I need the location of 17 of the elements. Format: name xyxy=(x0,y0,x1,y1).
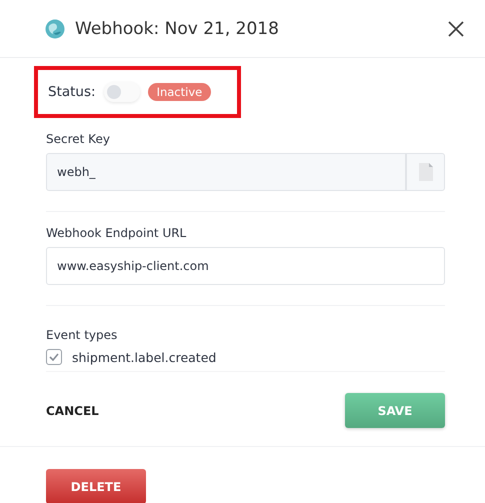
secret-key-field[interactable]: webh_ xyxy=(46,153,406,191)
endpoint-field[interactable]: www.easyship-client.com xyxy=(46,247,445,285)
check-icon xyxy=(49,353,59,361)
close-icon[interactable] xyxy=(447,20,465,38)
event-types-label: Event types xyxy=(46,328,118,342)
logo-icon xyxy=(45,18,65,38)
endpoint-label: Webhook Endpoint URL xyxy=(46,226,188,240)
status-badge: Inactive xyxy=(148,83,212,101)
secret-key-label: Secret Key xyxy=(46,132,111,146)
checkbox[interactable] xyxy=(46,349,62,365)
dialog-title: Webhook: Nov 21, 2018 xyxy=(75,18,280,38)
event-type-label: shipment.label.created xyxy=(72,350,216,364)
status-toggle[interactable] xyxy=(104,82,140,102)
status-label: Status: xyxy=(48,84,96,100)
document-icon xyxy=(418,163,432,181)
delete-button[interactable]: DELETE xyxy=(46,469,146,503)
cancel-button[interactable]: CANCEL xyxy=(46,404,99,418)
